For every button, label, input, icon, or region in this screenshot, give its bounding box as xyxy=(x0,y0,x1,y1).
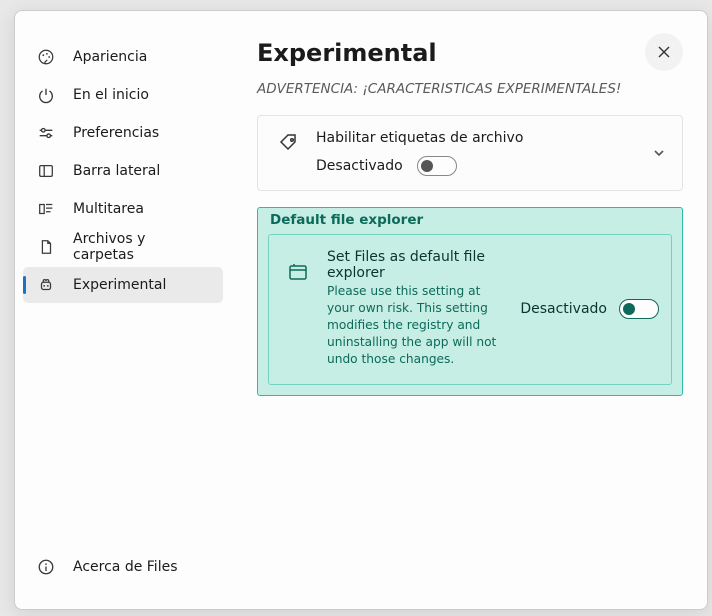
chevron-down-icon[interactable] xyxy=(652,146,666,160)
sidebar-icon xyxy=(37,162,55,180)
default-explorer-toggle[interactable] xyxy=(619,299,659,319)
sidebar-item-sidebar[interactable]: Barra lateral xyxy=(23,153,223,189)
sidebar-item-appearance[interactable]: Apariencia xyxy=(23,39,223,75)
palette-icon xyxy=(37,48,55,66)
default-explorer-heading: Default file explorer xyxy=(258,208,682,228)
sidebar: Apariencia En el inicio Preferencias Bar… xyxy=(15,11,231,609)
close-icon xyxy=(657,45,671,59)
file-tags-state-label: Desactivado xyxy=(316,158,403,174)
sidebar-item-label: En el inicio xyxy=(73,87,149,103)
sidebar-item-label: Apariencia xyxy=(73,49,147,65)
close-button[interactable] xyxy=(645,33,683,71)
sidebar-item-label: Acerca de Files xyxy=(73,559,178,575)
settings-dialog: Apariencia En el inicio Preferencias Bar… xyxy=(14,10,708,610)
sidebar-item-multitasking[interactable]: Multitarea xyxy=(23,191,223,227)
warning-text: ADVERTENCIA: ¡CARACTERISTICAS EXPERIMENT… xyxy=(257,81,683,97)
default-explorer-desc: Please use this setting at your own risk… xyxy=(327,283,504,368)
multitask-icon xyxy=(37,200,55,218)
default-explorer-section: Default file explorer Set Files as defau… xyxy=(257,207,683,396)
sidebar-item-label: Multitarea xyxy=(73,201,144,217)
file-tags-card[interactable]: Habilitar etiquetas de archivo Desactiva… xyxy=(257,115,683,191)
file-tags-toggle[interactable] xyxy=(417,156,457,176)
explorer-icon xyxy=(285,249,311,283)
content-header: Experimental xyxy=(257,39,683,71)
sidebar-item-preferences[interactable]: Preferencias xyxy=(23,115,223,151)
sidebar-item-label: Preferencias xyxy=(73,125,159,141)
power-icon xyxy=(37,86,55,104)
content-pane: Experimental ADVERTENCIA: ¡CARACTERISTIC… xyxy=(231,11,707,609)
sidebar-item-label: Archivos y carpetas xyxy=(73,231,205,263)
file-icon xyxy=(37,238,55,256)
robot-icon xyxy=(37,276,55,294)
sidebar-item-experimental[interactable]: Experimental xyxy=(23,267,223,303)
sidebar-item-about[interactable]: Acerca de Files xyxy=(23,549,223,585)
default-explorer-title: Set Files as default file explorer xyxy=(327,249,504,281)
sidebar-item-label: Experimental xyxy=(73,277,166,293)
tag-icon xyxy=(276,130,302,154)
sidebar-item-files-folders[interactable]: Archivos y carpetas xyxy=(23,229,223,265)
default-explorer-card[interactable]: Set Files as default file explorer Pleas… xyxy=(268,234,672,385)
file-tags-title: Habilitar etiquetas de archivo xyxy=(316,130,666,146)
info-icon xyxy=(37,558,55,576)
sidebar-item-startup[interactable]: En el inicio xyxy=(23,77,223,113)
default-explorer-state-label: Desactivado xyxy=(520,301,607,317)
sliders-icon xyxy=(37,124,55,142)
page-title: Experimental xyxy=(257,39,437,67)
sidebar-item-label: Barra lateral xyxy=(73,163,160,179)
sidebar-nav: Apariencia En el inicio Preferencias Bar… xyxy=(23,39,223,585)
